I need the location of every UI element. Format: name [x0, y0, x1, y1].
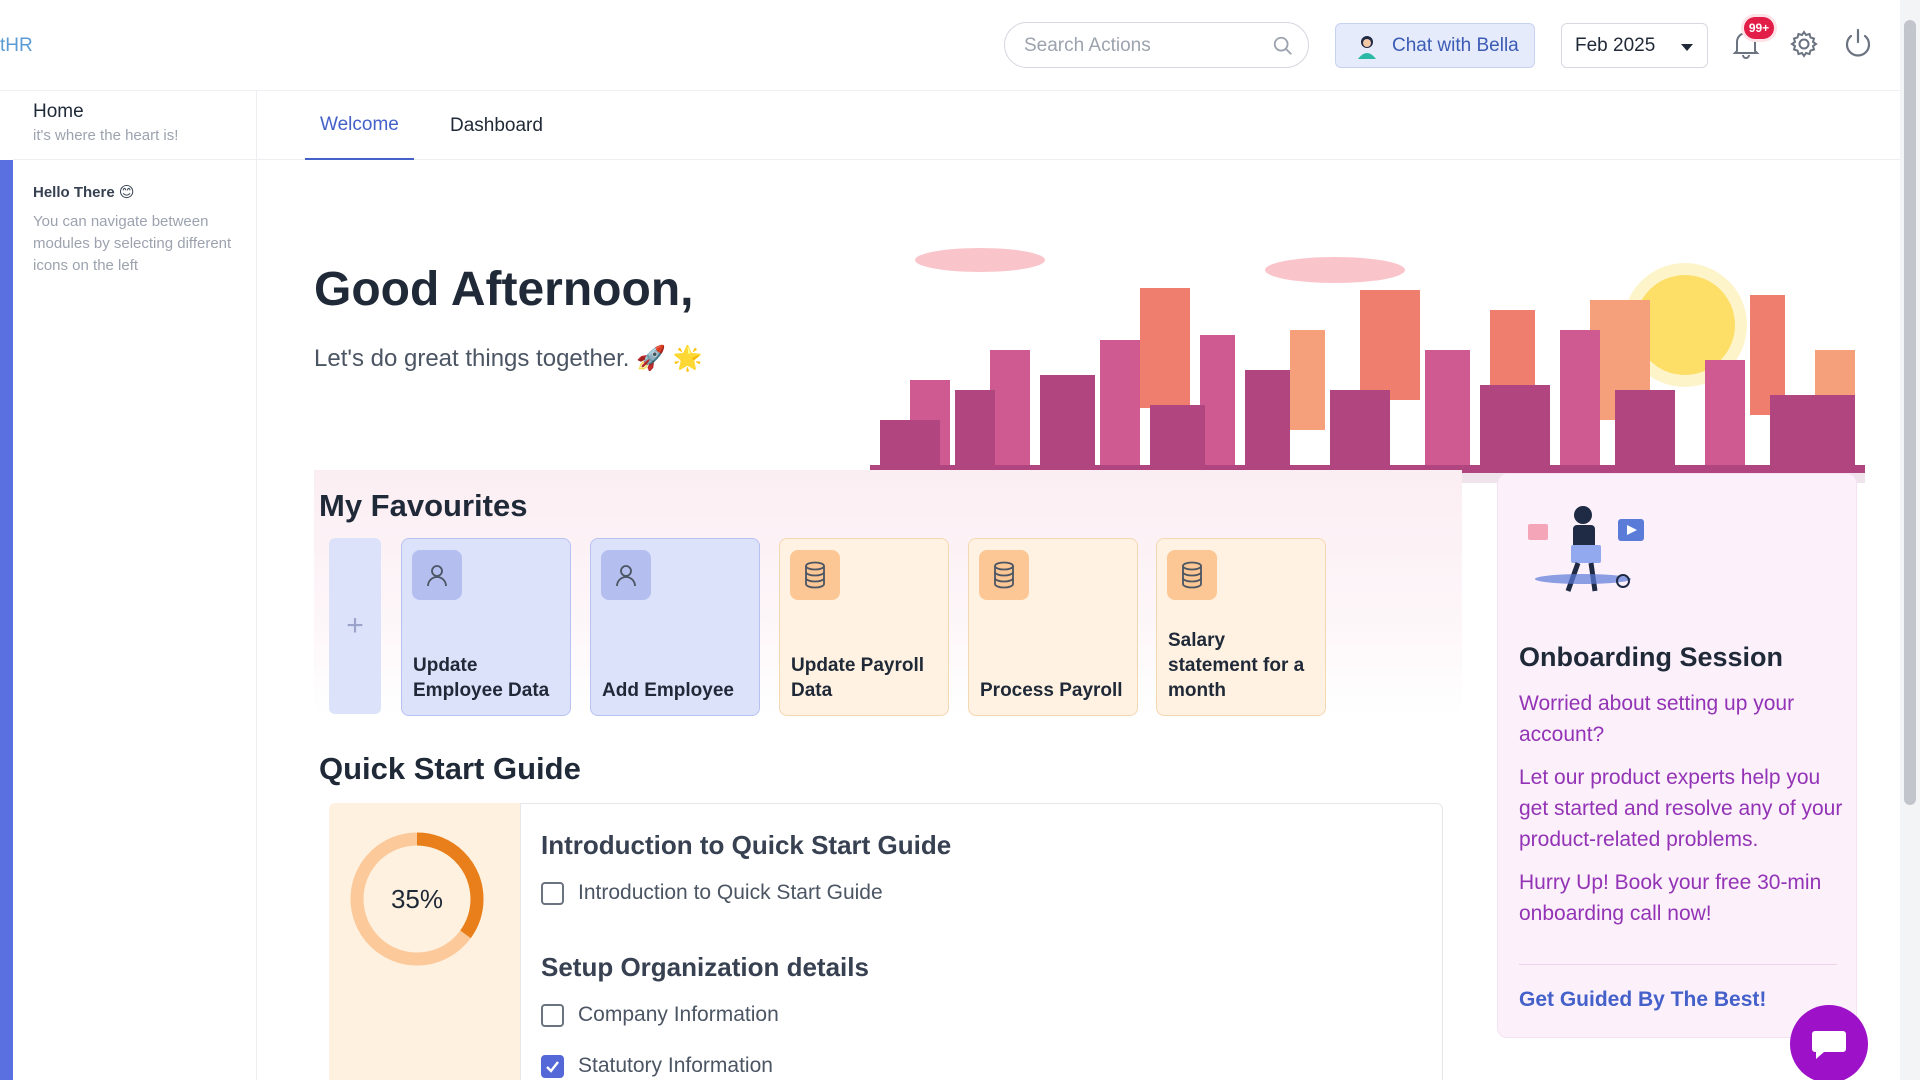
favourite-process-payroll[interactable]: Process Payroll [968, 538, 1138, 716]
plus-icon: + [346, 609, 364, 642]
greeting-tagline: Let's do great things together. 🚀 🌟 [314, 345, 703, 372]
favourites-title: My Favourites [319, 488, 528, 523]
city-skyline-illustration [870, 248, 1865, 483]
favourite-update-employee-data[interactable]: Update Employee Data [401, 538, 571, 716]
guide-item-label: Company Information [578, 1003, 779, 1026]
get-guided-link[interactable]: Get Guided By The Best! [1519, 988, 1766, 1012]
sidebar-home-title: Home [33, 101, 84, 122]
favourite-update-payroll-data[interactable]: Update Payroll Data [779, 538, 949, 716]
onboarding-illustration [1528, 506, 1644, 592]
guide-item-company-information[interactable]: Company Information [541, 1003, 779, 1027]
power-icon[interactable] [1840, 26, 1876, 62]
chat-fab-button[interactable] [1790, 1005, 1868, 1080]
database-icon [979, 550, 1029, 600]
main-tabs: Welcome Dashboard [257, 91, 1900, 160]
period-select[interactable]: Feb 2025 [1561, 23, 1708, 68]
add-favourite-button[interactable]: + [329, 538, 381, 714]
sidebar-home-subtitle: it's where the heart is! [33, 127, 179, 144]
search-box[interactable] [1004, 22, 1309, 68]
sidebar-accent-bar [0, 160, 13, 1080]
guide-item-introduction[interactable]: Introduction to Quick Start Guide [541, 881, 883, 905]
sidebar-hello-text: You can navigate between modules by sele… [33, 213, 232, 274]
sidebar-hello-title: Hello There 😊 [33, 184, 135, 201]
onboarding-paragraph: Let our product experts help you get sta… [1519, 766, 1843, 851]
gear-icon[interactable] [1786, 26, 1822, 62]
guide-item-label: Introduction to Quick Start Guide [578, 881, 883, 904]
onboarding-title: Onboarding Session [1519, 642, 1784, 672]
brand-logo[interactable]: tHR [0, 35, 33, 57]
quick-start-guide-panel: Introduction to Quick Start Guide Introd… [520, 803, 1443, 1080]
guide-section-heading: Introduction to Quick Start Guide [541, 830, 952, 860]
chat-bubble-icon [1812, 1031, 1846, 1059]
database-icon [1167, 550, 1217, 600]
notification-badge[interactable]: 99+ [1744, 17, 1774, 39]
quick-start-progress-panel: 35% [329, 803, 520, 1080]
favourite-add-employee[interactable]: Add Employee [590, 538, 760, 716]
guide-section-heading: Setup Organization details [541, 952, 869, 982]
app-root: tHR Chat with Bella Feb 2025 99+ [0, 0, 1920, 1080]
favourite-salary-statement[interactable]: Salary statement for a month [1156, 538, 1326, 716]
progress-percent: 35% [390, 883, 444, 914]
scrollbar-thumb[interactable] [1904, 20, 1916, 805]
user-icon [601, 550, 651, 600]
greeting-title: Good Afternoon, [314, 263, 694, 316]
guide-item-statutory-information[interactable]: Statutory Information [541, 1054, 773, 1078]
chat-button-label: Chat with Bella [1392, 34, 1519, 56]
search-input[interactable] [1024, 33, 1264, 59]
guide-item-label: Statutory Information [578, 1054, 773, 1077]
onboarding-divider [1519, 964, 1837, 965]
sidebar-home[interactable]: Home it's where the heart is! [33, 101, 178, 144]
search-icon[interactable] [1272, 35, 1294, 57]
favourite-label: Update Employee Data [413, 655, 550, 701]
sidebar-divider [13, 159, 257, 160]
favourite-label: Salary statement for a month [1168, 630, 1305, 701]
checkbox[interactable] [541, 881, 564, 905]
favourite-label: Update Payroll Data [791, 655, 925, 701]
onboarding-paragraph: Hurry Up! Book your free 30-min onboardi… [1519, 871, 1822, 925]
top-bar: tHR Chat with Bella Feb 2025 99+ [0, 0, 1920, 91]
favourite-label: Add Employee [602, 680, 734, 701]
onboarding-session-card: Onboarding Session Worried about setting… [1497, 473, 1857, 1038]
sidebar-panel: Home it's where the heart is! Hello Ther… [13, 91, 257, 1080]
bella-avatar-icon [1358, 35, 1376, 59]
checkbox[interactable] [541, 1003, 564, 1027]
caret-down-icon [1681, 44, 1693, 51]
checkbox-checked[interactable] [541, 1054, 564, 1078]
favourite-label: Process Payroll [980, 680, 1123, 701]
onboarding-paragraph: Worried about setting up your account? [1519, 692, 1795, 746]
chat-with-bella-button[interactable]: Chat with Bella [1335, 23, 1535, 68]
tab-dashboard[interactable]: Dashboard [435, 91, 558, 160]
quick-start-title: Quick Start Guide [319, 751, 581, 786]
database-icon [790, 550, 840, 600]
period-select-value: Feb 2025 [1575, 34, 1656, 56]
tab-welcome[interactable]: Welcome [305, 91, 414, 160]
user-icon [412, 550, 462, 600]
